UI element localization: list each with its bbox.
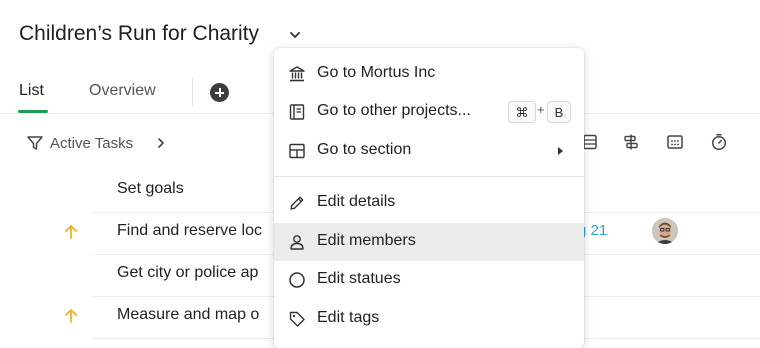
building-icon <box>288 65 306 83</box>
task-title: Find and reserve loc <box>117 222 262 239</box>
menu-item-edit-members[interactable]: Edit members <box>274 223 584 261</box>
timeline-icon[interactable] <box>622 133 640 151</box>
menu-item-go-to-projects[interactable]: Go to other projects... ⌘ + B <box>274 93 584 131</box>
stopwatch-icon[interactable] <box>710 133 728 151</box>
menu-item-label: Go to section <box>317 141 412 158</box>
menu-divider <box>274 176 584 177</box>
calendar-icon[interactable] <box>666 133 684 151</box>
section-icon <box>288 142 306 160</box>
avatar[interactable] <box>652 218 678 244</box>
filter-icon <box>26 134 44 152</box>
menu-item-label: Go to other projects... <box>317 102 471 119</box>
tab-divider <box>192 78 193 106</box>
person-icon <box>288 233 306 251</box>
chevron-down-icon[interactable] <box>287 27 303 43</box>
menu-item-go-to-mortus[interactable]: Go to Mortus Inc <box>274 55 584 93</box>
filter-label: Active Tasks <box>50 134 134 152</box>
menu-item-label: Edit tags <box>317 309 380 326</box>
circle-icon <box>288 271 306 289</box>
priority-up-arrow-icon <box>63 223 79 241</box>
menu-item-edit-statues[interactable]: Edit statues <box>274 261 584 299</box>
shortcut-key-b: B <box>547 101 571 123</box>
menu-item-label: Edit statues <box>317 270 401 287</box>
menu-item-label: Edit details <box>317 193 396 210</box>
shortcut-key-cmd: ⌘ <box>508 101 536 123</box>
pencil-icon <box>288 194 306 212</box>
page-title: Children’s Run for Charity <box>19 22 260 45</box>
add-tab-icon[interactable] <box>210 83 229 102</box>
tab-list[interactable]: List <box>19 82 44 100</box>
menu-item-label: Go to Mortus Inc <box>317 64 436 81</box>
tab-overview[interactable]: Overview <box>89 82 156 100</box>
menu-item-edit-tags[interactable]: Edit tags <box>274 300 584 338</box>
shortcut-plus: + <box>537 102 545 117</box>
projects-icon <box>288 103 306 121</box>
submenu-arrow-icon <box>558 147 563 155</box>
task-title: Get city or police ap <box>117 264 259 281</box>
menu-item-edit-details[interactable]: Edit details <box>274 184 584 222</box>
tag-icon <box>288 310 306 328</box>
priority-up-arrow-icon <box>63 307 79 325</box>
active-tasks-filter[interactable]: Active Tasks <box>26 132 167 154</box>
menu-item-go-to-section[interactable]: Go to section <box>274 132 584 170</box>
chevron-right-icon[interactable] <box>155 136 167 150</box>
task-title: Set goals <box>117 180 184 197</box>
project-actions-menu: Go to Mortus Inc Go to other projects...… <box>274 48 584 348</box>
menu-item-label: Edit members <box>317 232 416 249</box>
task-title: Measure and map o <box>117 306 260 323</box>
